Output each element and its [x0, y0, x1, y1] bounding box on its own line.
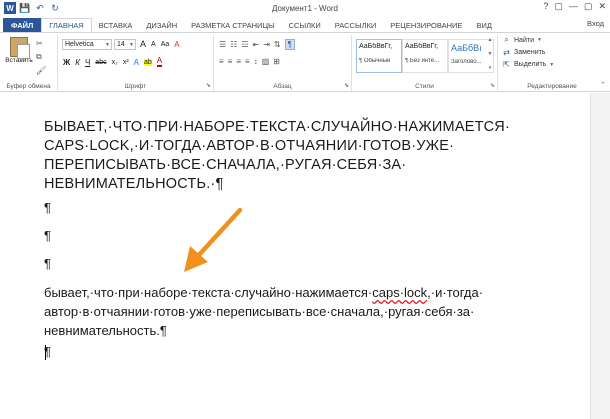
annotation-arrow-icon — [184, 207, 243, 272]
arrow-shaft — [195, 207, 243, 259]
